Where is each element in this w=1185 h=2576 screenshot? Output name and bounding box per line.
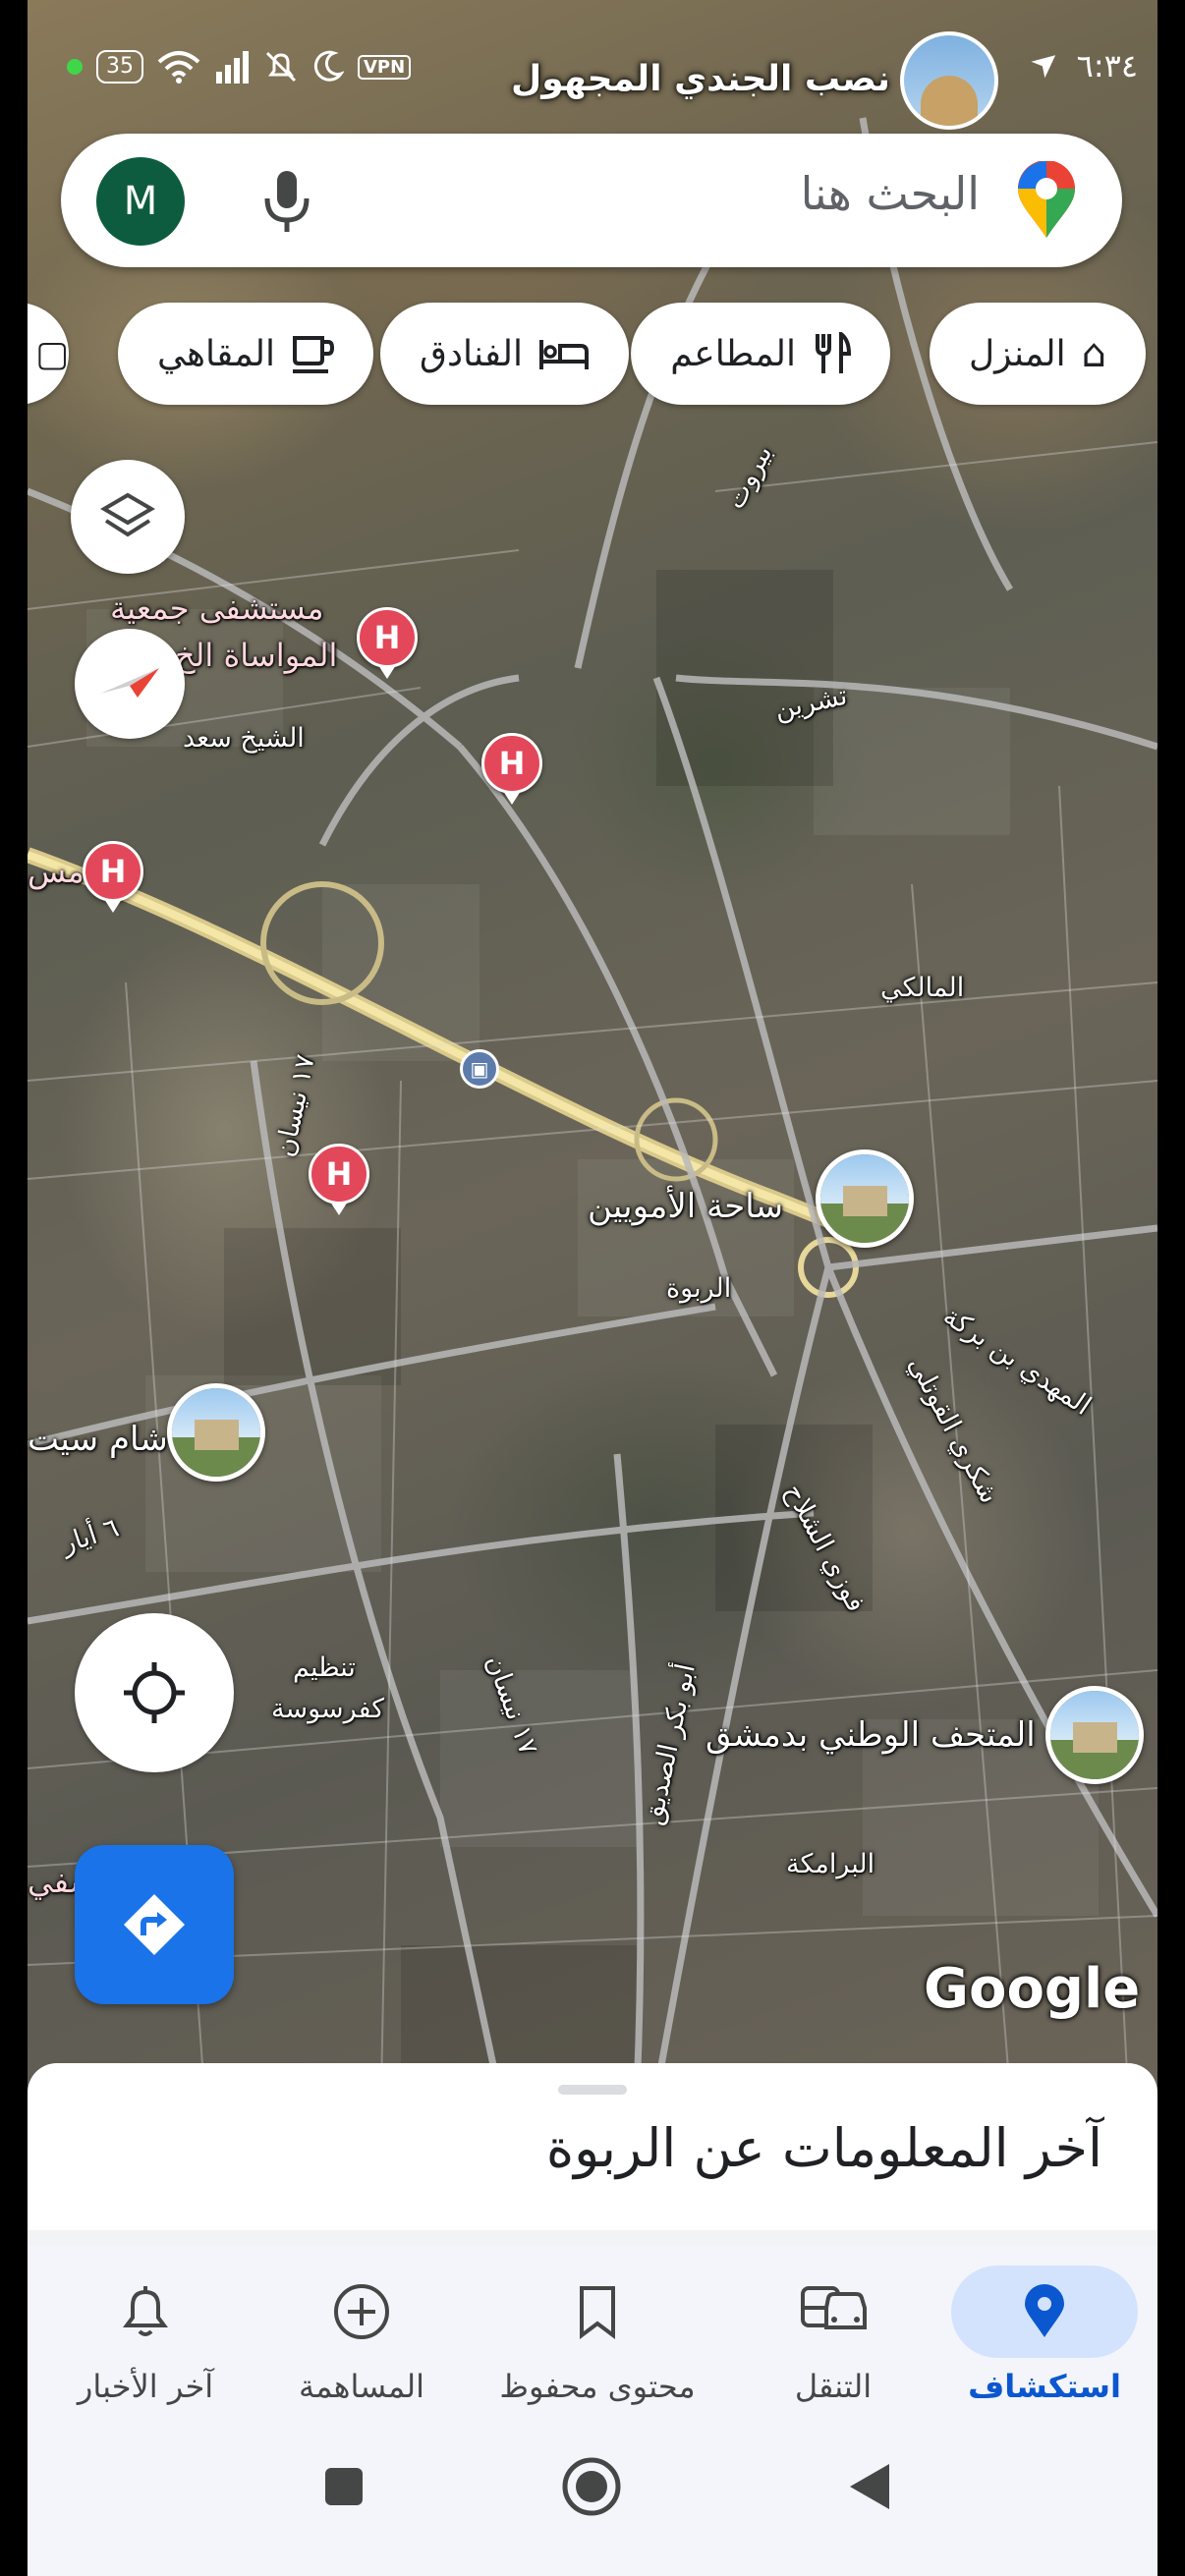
map-label-hospital-line2[interactable]: المواساة الخ [175,637,337,674]
bell-icon [123,2286,168,2336]
signal-icon [216,51,249,84]
tab-saved-icon-wrap [504,2266,691,2358]
chip-cafes-label: المقاهي [157,333,275,374]
home-icon: ⌂ [1081,331,1106,376]
tab-updates-icon-wrap [52,2266,239,2358]
microphone-icon[interactable] [257,167,316,236]
my-location-button[interactable] [75,1613,234,1772]
battery-icon: 35 [96,50,143,84]
wifi-icon [157,51,200,84]
clipboard-icon: ▢ [34,333,69,374]
add-circle-icon [334,2284,389,2339]
sheet-divider [28,2230,1157,2246]
chip-restaurants[interactable]: المطاعم [631,303,890,405]
hospital-pin[interactable]: H [481,733,542,805]
tab-contribute-icon-wrap [268,2266,455,2358]
bus-stop-icon[interactable]: ▣ [460,1049,499,1089]
map-label-rabwa[interactable]: الربوة [666,1273,731,1304]
tab-saved-label: محتوى محفوظ [499,2368,696,2405]
home-system-button[interactable] [533,2433,650,2541]
sham-city-photo-pin[interactable] [167,1383,265,1482]
tab-commute-icon-wrap [740,2266,927,2358]
vpn-badge: VPN [358,54,412,80]
hospital-pin[interactable]: H [357,607,418,679]
map-label-tanzim[interactable]: تنظيم [293,1652,356,1683]
google-maps-logo-icon [1018,161,1075,238]
map-label-baramkeh[interactable]: البرامكة [786,1849,875,1879]
hospital-pin[interactable]: H [309,1144,369,1215]
tab-contribute[interactable]: المساهمة [254,2266,470,2423]
bottom-sheet[interactable]: آخر المعلومات عن الربوة [28,2063,1157,2230]
chip-cafes[interactable]: المقاهي [118,303,373,405]
map-label-kafarsouseh[interactable]: كفرسوسة [271,1694,384,1724]
clock: ٦:٣٤ [1076,47,1138,84]
explore-pin-icon [1025,2284,1064,2337]
layers-button[interactable] [71,460,185,574]
tab-updates[interactable]: آخر الأخبار [37,2266,254,2423]
bookmark-icon [580,2286,615,2339]
recent-apps-button[interactable] [285,2433,403,2541]
tab-commute-label: التنقل [794,2368,873,2405]
chip-home[interactable]: ⌂ المنزل [929,303,1146,405]
sheet-drag-handle[interactable] [558,2085,627,2095]
search-input[interactable]: البحث هنا [801,167,980,220]
tab-explore-label: استكشاف [968,2368,1121,2405]
bell-off-icon [265,51,297,83]
hotel-icon [539,340,589,369]
tab-updates-label: آخر الأخبار [77,2368,214,2405]
home-circle-icon [562,2457,621,2516]
crosshair-icon [124,1662,185,1723]
layers-icon [100,492,155,537]
moon-icon [313,50,344,82]
umayyad-square-photo-pin[interactable] [816,1149,914,1248]
compass-button[interactable] [75,629,185,739]
directions-icon [124,1894,185,1955]
chip-hotels[interactable]: الفنادق [380,303,629,405]
national-museum-photo-pin[interactable] [1045,1686,1144,1784]
map-label-national-museum[interactable]: المتحف الوطني بدمشق [705,1715,1036,1755]
hospital-pin[interactable]: H [83,841,143,913]
account-avatar[interactable]: M [96,157,185,246]
directions-button[interactable] [75,1845,234,2004]
screen-edge-left [0,0,28,2576]
restaurant-icon [816,332,851,373]
cafe-icon [293,336,334,373]
tab-explore[interactable]: استكشاف [931,2266,1157,2423]
commute-icon [801,2286,867,2329]
square-icon [325,2468,363,2505]
back-button[interactable] [810,2433,928,2541]
map-label-umayyad-square[interactable]: ساحة الأمويين [588,1187,783,1226]
back-triangle-icon [850,2464,889,2509]
map-label-sham-city[interactable]: شام سيت [28,1420,168,1459]
map-label-cut-left-1: مس [28,853,85,890]
map-label-sheikh-saad[interactable]: الشيخ سعد [183,723,305,754]
bottom-navigation: استكشاف التنقل محتوى محفوظ المساهمة آخر … [28,2246,1157,2433]
screen-edge-right [1157,0,1185,2576]
system-navigation-bar [28,2433,1157,2576]
map-label-hospital-line1[interactable]: مستشفى جمعية [110,589,323,627]
chip-home-label: المنزل [968,333,1066,374]
tab-saved[interactable]: محتوى محفوظ [470,2266,725,2423]
sheet-title: آخر المعلومات عن الربوة [545,2117,1102,2179]
chip-restaurants-label: المطاعم [670,333,796,374]
nearby-place-thumbnail[interactable] [900,31,998,130]
map-label-malki[interactable]: المالكي [880,973,964,1003]
notification-dot-icon [67,59,83,75]
tab-explore-icon-wrap [951,2266,1138,2358]
search-bar[interactable]: البحث هنا M [61,134,1122,267]
nearby-place-title[interactable]: نصب الجندي المجهول [511,59,890,99]
location-arrow-icon: ➤ [1021,38,1069,87]
google-watermark: Google [924,1957,1141,2021]
tab-contribute-label: المساهمة [299,2368,424,2405]
chip-hotels-label: الفنادق [420,333,523,374]
tab-commute[interactable]: التنقل [725,2266,941,2423]
compass-icon [100,668,159,698]
